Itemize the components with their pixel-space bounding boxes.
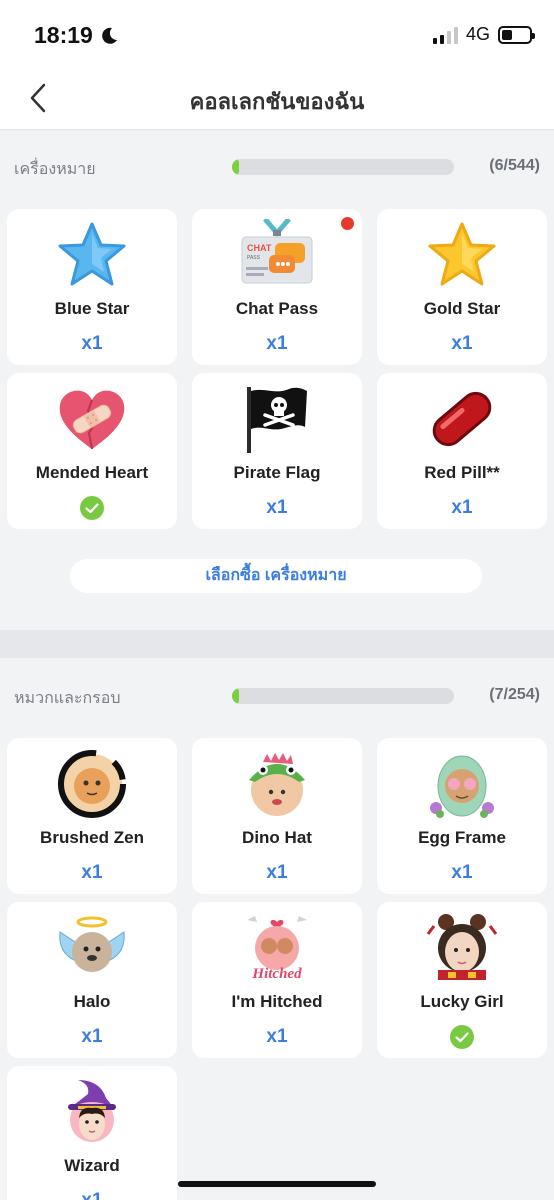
signal-icon <box>432 26 458 44</box>
sticker-name: Mended Heart <box>35 463 149 482</box>
sticker-card-chat-pass[interactable]: CHAT PASS Chat Pass x1 <box>192 209 362 365</box>
frame-quantity: x1 <box>81 862 103 883</box>
frame-quantity: x1 <box>266 862 288 883</box>
frame-name: I'm Hitched <box>231 992 323 1011</box>
egg-frame-icon <box>430 755 494 818</box>
sticker-card-red-pill[interactable]: Red Pill** x1 <box>377 373 547 529</box>
chat-pass-icon: CHAT PASS <box>241 219 313 284</box>
frame-card-egg-frame[interactable]: Egg Frame x1 <box>377 738 547 894</box>
frame-name: Brushed Zen <box>40 828 144 847</box>
frame-card-halo[interactable]: Halo x1 <box>7 902 177 1058</box>
section-title: เครื่องหมาย <box>14 161 96 178</box>
frame-card-wizard[interactable]: Wizard x1 <box>7 1066 177 1200</box>
nav-header: คอลเลกชันของฉัน <box>0 70 554 130</box>
battery-icon <box>498 25 535 44</box>
moon-icon <box>102 27 117 44</box>
dino-hat-frame-icon <box>249 753 305 816</box>
red-pill-icon <box>432 391 492 447</box>
sticker-card-mended-heart[interactable]: Mended Heart <box>7 373 177 529</box>
section-count: (7/254) <box>489 686 540 703</box>
progress-fill <box>232 159 239 175</box>
section-count: (6/544) <box>489 157 540 174</box>
frame-card-im-hitched[interactable]: Hitched I'm Hitched x1 <box>192 902 362 1058</box>
frames-section-header: หมวกและกรอบ (7/254) <box>0 660 554 730</box>
frame-name: Wizard <box>64 1156 120 1175</box>
sticker-quantity: x1 <box>266 497 288 518</box>
frame-card-dino-hat[interactable]: Dino Hat x1 <box>192 738 362 894</box>
gold-star-icon <box>428 222 496 286</box>
new-badge <box>341 217 354 230</box>
svg-text:PASS: PASS <box>247 255 261 261</box>
sticker-card-blue-star[interactable]: Blue Star x1 <box>7 209 177 365</box>
svg-text:Hitched: Hitched <box>251 966 302 982</box>
svg-text:CHAT: CHAT <box>247 243 272 253</box>
frame-name: Egg Frame <box>418 828 506 847</box>
frame-quantity: x1 <box>81 1026 103 1047</box>
mended-heart-icon <box>59 390 125 450</box>
wizard-hat-frame-icon <box>68 1080 116 1142</box>
halo-frame-icon <box>59 916 125 972</box>
equipped-check-icon <box>450 1025 474 1049</box>
sticker-quantity: x1 <box>451 333 473 354</box>
sticker-name: Red Pill** <box>424 463 500 482</box>
sticker-quantity: x1 <box>451 497 473 518</box>
frame-name: Lucky Girl <box>420 992 504 1011</box>
battery-level <box>502 29 513 40</box>
section-title: หมวกและกรอบ <box>14 690 121 707</box>
sticker-name: Pirate Flag <box>233 463 321 482</box>
sticker-quantity: x1 <box>266 333 288 354</box>
equipped-check-icon <box>80 496 104 520</box>
frame-card-brushed-zen[interactable]: Brushed Zen x1 <box>7 738 177 894</box>
frame-quantity: x1 <box>451 862 473 883</box>
sticker-name: Gold Star <box>423 299 501 318</box>
lucky-girl-frame-icon <box>426 914 498 980</box>
frame-name: Halo <box>73 992 111 1011</box>
status-bar: 18:19 4G <box>0 0 554 70</box>
status-time: 18:19 <box>34 22 119 49</box>
clock-label: 18:19 <box>34 22 93 48</box>
pirate-flag-icon <box>247 387 307 453</box>
network-label: 4G <box>465 24 490 44</box>
shop-stickers-button[interactable]: เลือกซื้อ เครื่องหมาย <box>70 559 482 593</box>
sticker-card-pirate-flag[interactable]: Pirate Flag x1 <box>192 373 362 529</box>
sticker-card-gold-star[interactable]: Gold Star x1 <box>377 209 547 365</box>
page-title: คอลเลกชันของฉัน <box>189 89 365 114</box>
sticker-name: Blue Star <box>54 299 130 318</box>
blue-star-icon <box>58 222 126 286</box>
status-indicators: 4G <box>432 24 535 45</box>
frames-progress-bar <box>232 688 454 704</box>
frame-card-lucky-girl[interactable]: Lucky Girl <box>377 902 547 1058</box>
frame-quantity: x1 <box>266 1026 288 1047</box>
sticker-name: Chat Pass <box>235 299 319 318</box>
stickers-section-header: เครื่องหมาย (6/544) <box>0 131 554 201</box>
stickers-progress-bar <box>232 159 454 175</box>
hitched-frame-icon: Hitched <box>247 916 307 982</box>
brushed-zen-frame-icon <box>58 750 126 818</box>
section-divider <box>0 630 554 658</box>
home-indicator[interactable] <box>178 1181 376 1187</box>
sticker-quantity: x1 <box>81 333 103 354</box>
progress-fill <box>232 688 239 704</box>
frame-quantity: x1 <box>7 1190 177 1200</box>
frame-name: Dino Hat <box>242 828 312 847</box>
